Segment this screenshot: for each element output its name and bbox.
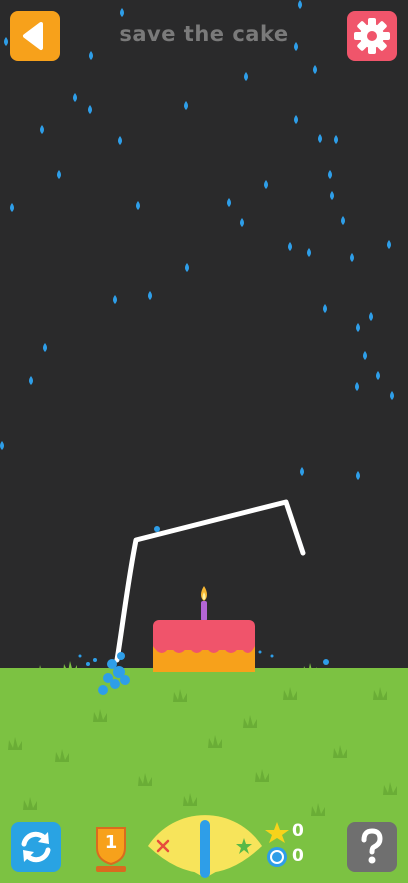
stat-icons <box>265 822 289 867</box>
question-mark-icon <box>361 828 383 864</box>
coin-count: 0 <box>292 846 304 866</box>
star-count: 0 <box>292 821 304 841</box>
help-button[interactable] <box>347 822 397 872</box>
star-icon <box>265 822 289 843</box>
